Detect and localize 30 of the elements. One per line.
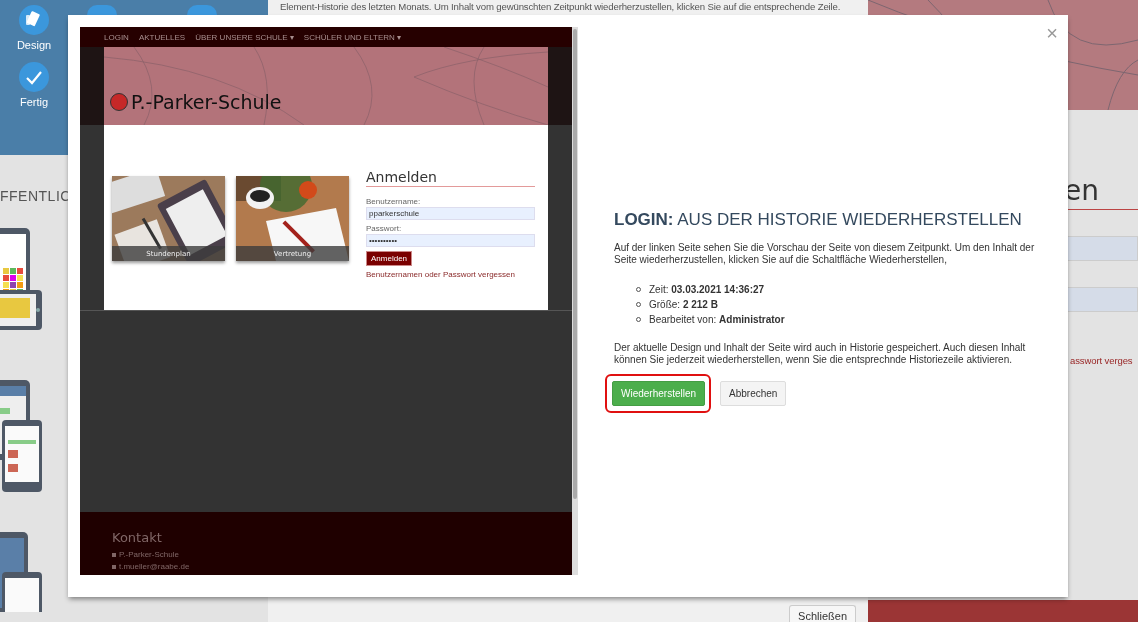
round-button[interactable] [187, 5, 217, 15]
note-text: Der aktuelle Design und Inhalt der Seite wird auch in Historie gespeichert. Auch diesen Inhalt können Sie jederzeit wiederherstellen, wenn Sie die entsprechnde Historiezeile aktivieren. [614, 342, 1027, 366]
description-text: Element-Historie des letzten Monats. Um Inhalt vom gewünschten Zeitpunkt wiederherzustellen, klicken Sie auf die entsprechende Zeile. [280, 1, 841, 12]
footer-text: P.-Parker-Schule [119, 550, 179, 559]
forgot-password-link[interactable]: asswort verges [1070, 355, 1133, 366]
nav-link[interactable]: AKTUELLES [138, 32, 186, 42]
footer-heading: Kontakt [112, 530, 162, 545]
dialog-title: LOGIN: AUS DER HISTORIE WIEDERHERSTELLEN [614, 210, 1022, 230]
cancel-button[interactable]: Abbrechen [720, 381, 787, 406]
password-field[interactable]: •••••••••• [366, 234, 535, 247]
logo-icon [110, 93, 128, 111]
detail-text: Bearbeitet von: Administrator [649, 313, 785, 327]
footer-text: t.mueller@raabe.de [119, 562, 190, 571]
username-field[interactable]: pparkerschule [366, 207, 535, 220]
field-label: Passwort: [366, 224, 402, 233]
site-title: P.-Parker-Schule [131, 91, 282, 113]
round-button[interactable] [87, 5, 117, 15]
section-heading: FFENTLIC [0, 188, 71, 204]
login-heading: Anmelden [366, 169, 535, 187]
description-text: Auf der linken Seite sehen Sie die Vorschau der Seite von diesem Zeitpunkt. Um den Inhalt der Seite wiederherzustellen, klicken Sie auf die Schaltfläche Wiederherstellen, [614, 242, 1036, 266]
login-button[interactable]: Anmelden [366, 251, 413, 266]
forgot-password-link[interactable]: Benutzernamen oder Passwort vergessen [366, 270, 515, 279]
close-button[interactable]: Schließen [789, 605, 856, 622]
nav-link[interactable]: LOGIN [104, 32, 129, 42]
scrollbar[interactable] [572, 27, 578, 575]
nav-link[interactable]: ÜBER UNSERE SCHULE ▾ [195, 32, 294, 42]
nav-link[interactable]: SCHÜLER UND ELTERN ▾ [303, 32, 402, 42]
detail-text: Zeit: 03.03.2021 14:36:27 [649, 283, 765, 297]
field-label: Benutzername: [366, 197, 421, 206]
detail-text: Größe: 2 212 B [649, 298, 718, 312]
